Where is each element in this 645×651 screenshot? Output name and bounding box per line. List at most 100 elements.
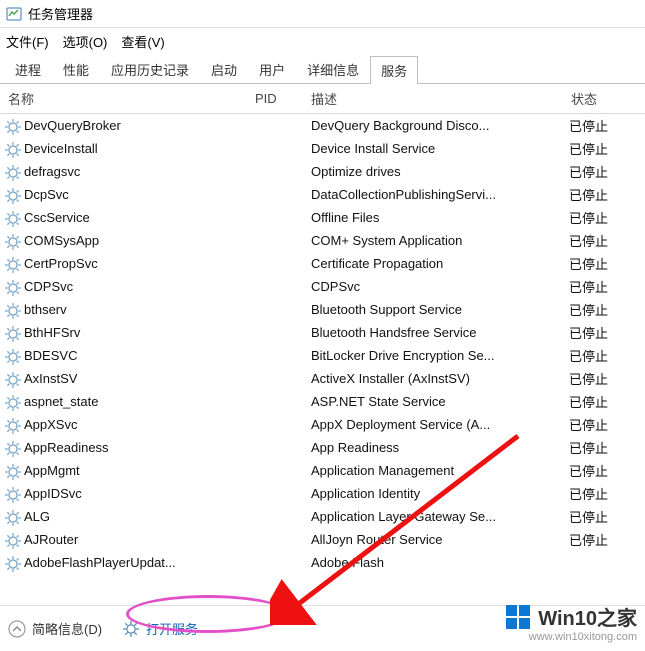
service-status: 已停止 <box>563 254 645 273</box>
service-desc: Device Install Service <box>305 141 563 156</box>
table-row[interactable]: AxInstSV ActiveX Installer (AxInstSV)已停止 <box>0 367 645 390</box>
service-gear-icon <box>4 417 22 433</box>
column-headers: 名称 PID 描述 状态 <box>0 84 645 114</box>
service-desc: Application Layer Gateway Se... <box>305 509 563 524</box>
table-row[interactable]: DevQueryBroker DevQuery Background Disco.… <box>0 114 645 137</box>
service-gear-icon <box>4 118 22 134</box>
table-row[interactable]: AJRouter AllJoyn Router Service已停止 <box>0 528 645 551</box>
table-row[interactable]: DeviceInstall Device Install Service已停止 <box>0 137 645 160</box>
tab-startup[interactable]: 启动 <box>200 55 248 83</box>
service-name: DcpSvc <box>24 187 255 202</box>
table-row[interactable]: bthservBluetooth Support Service已停止 <box>0 298 645 321</box>
chevron-up-icon[interactable] <box>8 620 26 638</box>
service-desc: Bluetooth Handsfree Service <box>305 325 563 340</box>
service-name: defragsvc <box>24 164 255 179</box>
service-name: AJRouter <box>24 532 255 547</box>
table-row[interactable]: CDPSvcCDPSvc已停止 <box>0 275 645 298</box>
service-name: bthserv <box>24 302 255 317</box>
table-row[interactable]: BDESVC BitLocker Drive Encryption Se...已停… <box>0 344 645 367</box>
service-gear-icon <box>4 210 22 226</box>
table-row[interactable]: DcpSvcDataCollectionPublishingServi...已停… <box>0 183 645 206</box>
column-name[interactable]: 名称 <box>0 89 255 108</box>
service-name: BthHFSrv <box>24 325 255 340</box>
service-name: BDESVC <box>24 348 255 363</box>
service-status: 已停止 <box>563 300 645 319</box>
taskmanager-icon <box>6 6 22 22</box>
service-status: 已停止 <box>563 438 645 457</box>
service-name: AppMgmt <box>24 463 255 478</box>
service-name: DeviceInstall <box>24 141 255 156</box>
service-desc: DevQuery Background Disco... <box>305 118 563 133</box>
tab-users[interactable]: 用户 <box>248 55 296 83</box>
service-status: 已停止 <box>563 162 645 181</box>
service-gear-icon <box>4 279 22 295</box>
service-name: AppReadiness <box>24 440 255 455</box>
service-desc: Application Identity <box>305 486 563 501</box>
open-services-link[interactable]: 打开服务 <box>116 615 210 642</box>
footer-bar: 简略信息(D) 打开服务 <box>0 605 645 651</box>
service-name: AppXSvc <box>24 417 255 432</box>
tab-strip: 进程 性能 应用历史记录 启动 用户 详细信息 服务 <box>0 54 645 84</box>
service-gear-icon <box>4 440 22 456</box>
service-name: AppIDSvc <box>24 486 255 501</box>
window-title: 任务管理器 <box>28 4 93 23</box>
service-name: DevQueryBroker <box>24 118 255 133</box>
gear-icon <box>122 620 140 638</box>
column-status[interactable]: 状态 <box>565 89 645 108</box>
service-status: 已停止 <box>563 369 645 388</box>
service-status: 已停止 <box>563 277 645 296</box>
service-desc: ASP.NET State Service <box>305 394 563 409</box>
service-status: 已停止 <box>563 139 645 158</box>
table-row[interactable]: CertPropSvcCertificate Propagation已停止 <box>0 252 645 275</box>
service-status: 已停止 <box>563 530 645 549</box>
column-pid[interactable]: PID <box>255 91 305 106</box>
tab-details[interactable]: 详细信息 <box>296 55 370 83</box>
service-status: 已停止 <box>563 461 645 480</box>
service-name: CDPSvc <box>24 279 255 294</box>
table-row[interactable]: BthHFSrvBluetooth Handsfree Service已停止 <box>0 321 645 344</box>
service-desc: ActiveX Installer (AxInstSV) <box>305 371 563 386</box>
service-desc: COM+ System Application <box>305 233 563 248</box>
table-row[interactable]: COMSysAppCOM+ System Application已停止 <box>0 229 645 252</box>
service-desc: Certificate Propagation <box>305 256 563 271</box>
table-row[interactable]: AppXSvcAppX Deployment Service (A...已停止 <box>0 413 645 436</box>
service-status: 已停止 <box>563 208 645 227</box>
service-name: AxInstSV <box>24 371 255 386</box>
column-desc[interactable]: 描述 <box>305 89 565 108</box>
table-row[interactable]: AdobeFlashPlayerUpdat...Adobe Flash <box>0 551 645 574</box>
service-status: 已停止 <box>563 392 645 411</box>
service-gear-icon <box>4 141 22 157</box>
service-desc: CDPSvc <box>305 279 563 294</box>
service-gear-icon <box>4 187 22 203</box>
menu-file[interactable]: 文件(F) <box>6 32 49 51</box>
title-bar: 任务管理器 <box>0 0 645 28</box>
service-gear-icon <box>4 164 22 180</box>
service-name: aspnet_state <box>24 394 255 409</box>
table-row[interactable]: AppReadiness App Readiness已停止 <box>0 436 645 459</box>
fewer-details-link[interactable]: 简略信息(D) <box>32 619 102 638</box>
service-status: 已停止 <box>563 346 645 365</box>
menu-view[interactable]: 查看(V) <box>121 32 164 51</box>
service-gear-icon <box>4 555 22 571</box>
service-name: COMSysApp <box>24 233 255 248</box>
service-desc: BitLocker Drive Encryption Se... <box>305 348 563 363</box>
menu-options[interactable]: 选项(O) <box>63 32 108 51</box>
tab-services[interactable]: 服务 <box>370 56 418 84</box>
service-gear-icon <box>4 233 22 249</box>
table-row[interactable]: CscServiceOffline Files已停止 <box>0 206 645 229</box>
service-desc: Optimize drives <box>305 164 563 179</box>
table-row[interactable]: aspnet_state ASP.NET State Service已停止 <box>0 390 645 413</box>
table-row[interactable]: ALGApplication Layer Gateway Se...已停止 <box>0 505 645 528</box>
tab-performance[interactable]: 性能 <box>52 55 100 83</box>
service-gear-icon <box>4 371 22 387</box>
service-desc: DataCollectionPublishingServi... <box>305 187 563 202</box>
service-gear-icon <box>4 509 22 525</box>
tab-processes[interactable]: 进程 <box>4 55 52 83</box>
service-status: 已停止 <box>563 507 645 526</box>
service-desc: AllJoyn Router Service <box>305 532 563 547</box>
table-row[interactable]: AppMgmtApplication Management已停止 <box>0 459 645 482</box>
table-row[interactable]: defragsvc Optimize drives已停止 <box>0 160 645 183</box>
table-row[interactable]: AppIDSvcApplication Identity已停止 <box>0 482 645 505</box>
service-desc: App Readiness <box>305 440 563 455</box>
tab-apphistory[interactable]: 应用历史记录 <box>100 55 200 83</box>
